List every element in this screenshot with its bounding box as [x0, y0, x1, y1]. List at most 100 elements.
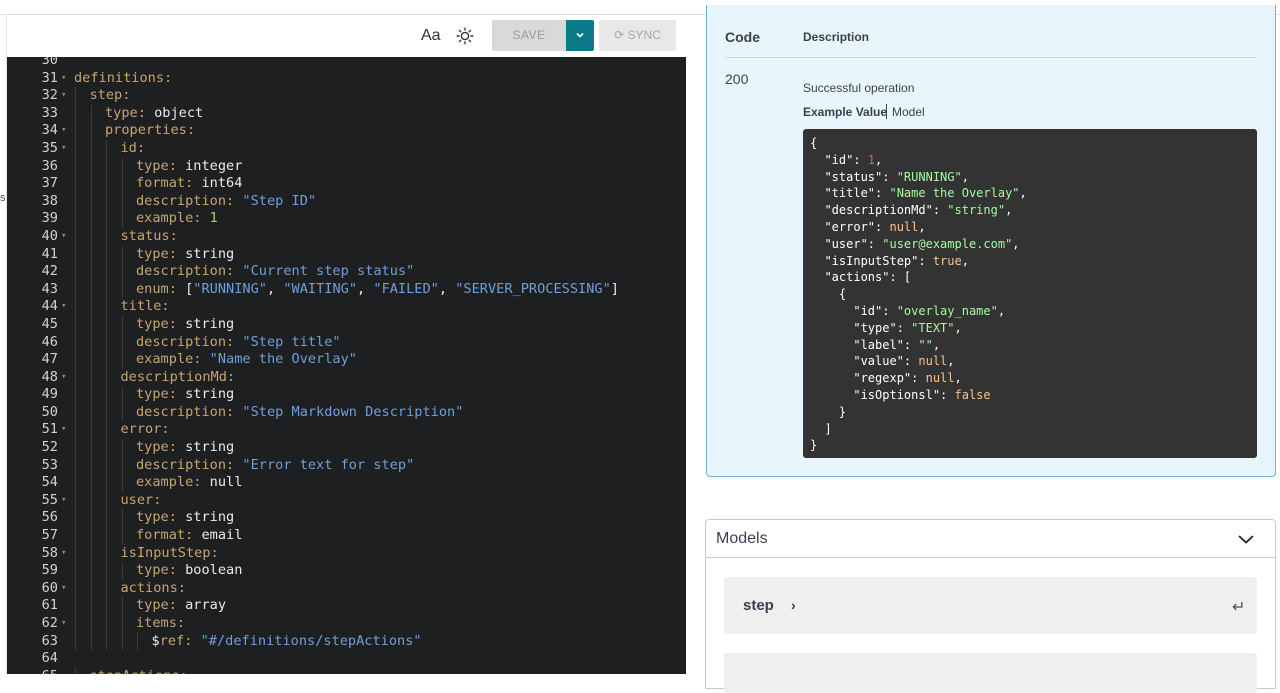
indent-guide: [90, 509, 92, 528]
indent-guide: [106, 456, 107, 475]
json-token: {: [810, 287, 847, 302]
indent-guide: [121, 597, 123, 615]
fold-toggle-icon[interactable]: ▾: [61, 545, 69, 563]
line-text: description: "Step Markdown Description": [136, 404, 463, 422]
json-line: "id": 1,: [810, 152, 1250, 169]
indent-guide: [90, 491, 92, 510]
indent-guide: [75, 544, 76, 563]
indent-guide: [75, 333, 76, 352]
token: id:: [120, 139, 146, 156]
indent-guide: [106, 175, 107, 193]
fold-toggle-icon[interactable]: ▾: [61, 87, 69, 105]
line-number: 63: [41, 632, 58, 649]
line-number: 39: [41, 210, 58, 227]
token: 1: [201, 210, 218, 227]
json-token: ,: [961, 253, 969, 268]
chevron-down-icon: [576, 33, 584, 38]
indent-guide: [106, 597, 107, 615]
code-line: 47 example: "Name the Overlay": [7, 351, 686, 369]
code-line: 59 type: boolean: [7, 562, 686, 580]
line-number: 65: [7, 668, 58, 674]
indent-guide: [90, 333, 92, 352]
models-header[interactable]: Models: [706, 520, 1275, 558]
indent-guide: [75, 667, 76, 674]
line-text: id:: [121, 140, 146, 158]
indent-guide: [90, 139, 92, 158]
token: description:: [136, 403, 235, 420]
yaml-code-editor[interactable]: 30 31 ▾ definitions: 32 ▾ step: 33 type: object 3…: [7, 57, 686, 674]
token: example:: [136, 474, 202, 491]
json-token: "TEXT": [911, 320, 955, 335]
line-number: 45: [41, 315, 58, 332]
chevron-right-icon: ›: [791, 597, 796, 613]
json-line: {: [810, 135, 1250, 152]
fold-toggle-icon[interactable]: ▾: [61, 122, 69, 140]
code-line: 31 ▾ definitions:: [7, 70, 686, 88]
token: format:: [136, 175, 194, 192]
token: string: [176, 315, 235, 332]
indent-guide: [121, 280, 123, 299]
code-line: 50 description: "Step Markdown Descriptio…: [7, 403, 686, 422]
code-line: 62 ▾ items:: [7, 615, 686, 633]
indent-guide: [137, 632, 138, 651]
indent-guide: [121, 509, 123, 528]
json-token: 1: [867, 152, 876, 167]
line-text: status:: [121, 228, 178, 246]
json-token: null: [889, 219, 919, 234]
fold-toggle-icon[interactable]: ▾: [61, 228, 69, 246]
chevron-down-icon[interactable]: [1237, 532, 1255, 546]
token: type:: [136, 157, 177, 174]
token: example:: [136, 210, 202, 227]
indent-guide: [106, 263, 107, 281]
line-number: 61: [41, 597, 58, 614]
json-line: ]: [810, 421, 1250, 438]
json-line: "status": "RUNNING",: [810, 169, 1250, 186]
token: "#/definitions/stepActions": [192, 632, 422, 649]
fold-toggle-icon[interactable]: ▾: [61, 140, 69, 158]
indent-guide: [106, 439, 107, 457]
fold-toggle-icon[interactable]: ▾: [61, 668, 69, 674]
tab-model[interactable]: Model: [892, 105, 925, 119]
token: type:: [136, 386, 177, 403]
token: type:: [136, 245, 177, 262]
fold-toggle-icon[interactable]: ▾: [61, 615, 69, 633]
fold-toggle-icon[interactable]: ▾: [61, 369, 69, 387]
json-line: "descriptionMd": "string",: [810, 202, 1250, 219]
indent-guide: [90, 122, 92, 140]
json-token: ,: [932, 337, 941, 352]
json-token: "overlay_name": [896, 303, 998, 318]
json-token: false: [954, 387, 991, 402]
theme-toggle-sun-icon[interactable]: [456, 27, 474, 45]
token: user:: [120, 491, 162, 508]
code-line: 37 format: int64: [7, 175, 686, 193]
tab-example-value[interactable]: Example Value: [803, 105, 887, 119]
indent-guide: [90, 421, 92, 440]
model-item-next[interactable]: [724, 653, 1257, 693]
line-number: 59: [41, 562, 58, 579]
token: string: [176, 439, 235, 456]
indent-guide: [90, 227, 92, 246]
indent-guide: [106, 527, 107, 545]
fold-toggle-icon[interactable]: ▾: [61, 298, 69, 316]
indent-guide: [121, 386, 123, 404]
fold-toggle-icon[interactable]: ▾: [61, 492, 69, 510]
fold-toggle-icon[interactable]: ▾: [61, 70, 69, 88]
save-dropdown-button[interactable]: [566, 20, 594, 51]
line-text: stepActions:: [90, 668, 188, 674]
indent-guide: [106, 139, 107, 158]
indent-guide: [75, 315, 76, 334]
line-number: 37: [41, 175, 58, 192]
line-text: type: string: [136, 439, 234, 457]
line-text: descriptionMd:: [121, 369, 236, 387]
line-number: 47: [41, 351, 58, 368]
indent-guide: [106, 298, 107, 316]
json-token: "title":: [810, 186, 890, 201]
json-line: "error": null,: [810, 219, 1250, 236]
model-item-step[interactable]: step › ↵: [724, 577, 1257, 634]
fold-toggle-icon[interactable]: ▾: [61, 421, 69, 439]
save-button[interactable]: SAVE: [492, 20, 566, 51]
token: object: [145, 104, 204, 121]
sync-button[interactable]: ⟳ SYNC: [599, 20, 676, 51]
fold-toggle-icon[interactable]: ▾: [61, 580, 69, 598]
font-size-button[interactable]: Aa: [421, 27, 441, 45]
